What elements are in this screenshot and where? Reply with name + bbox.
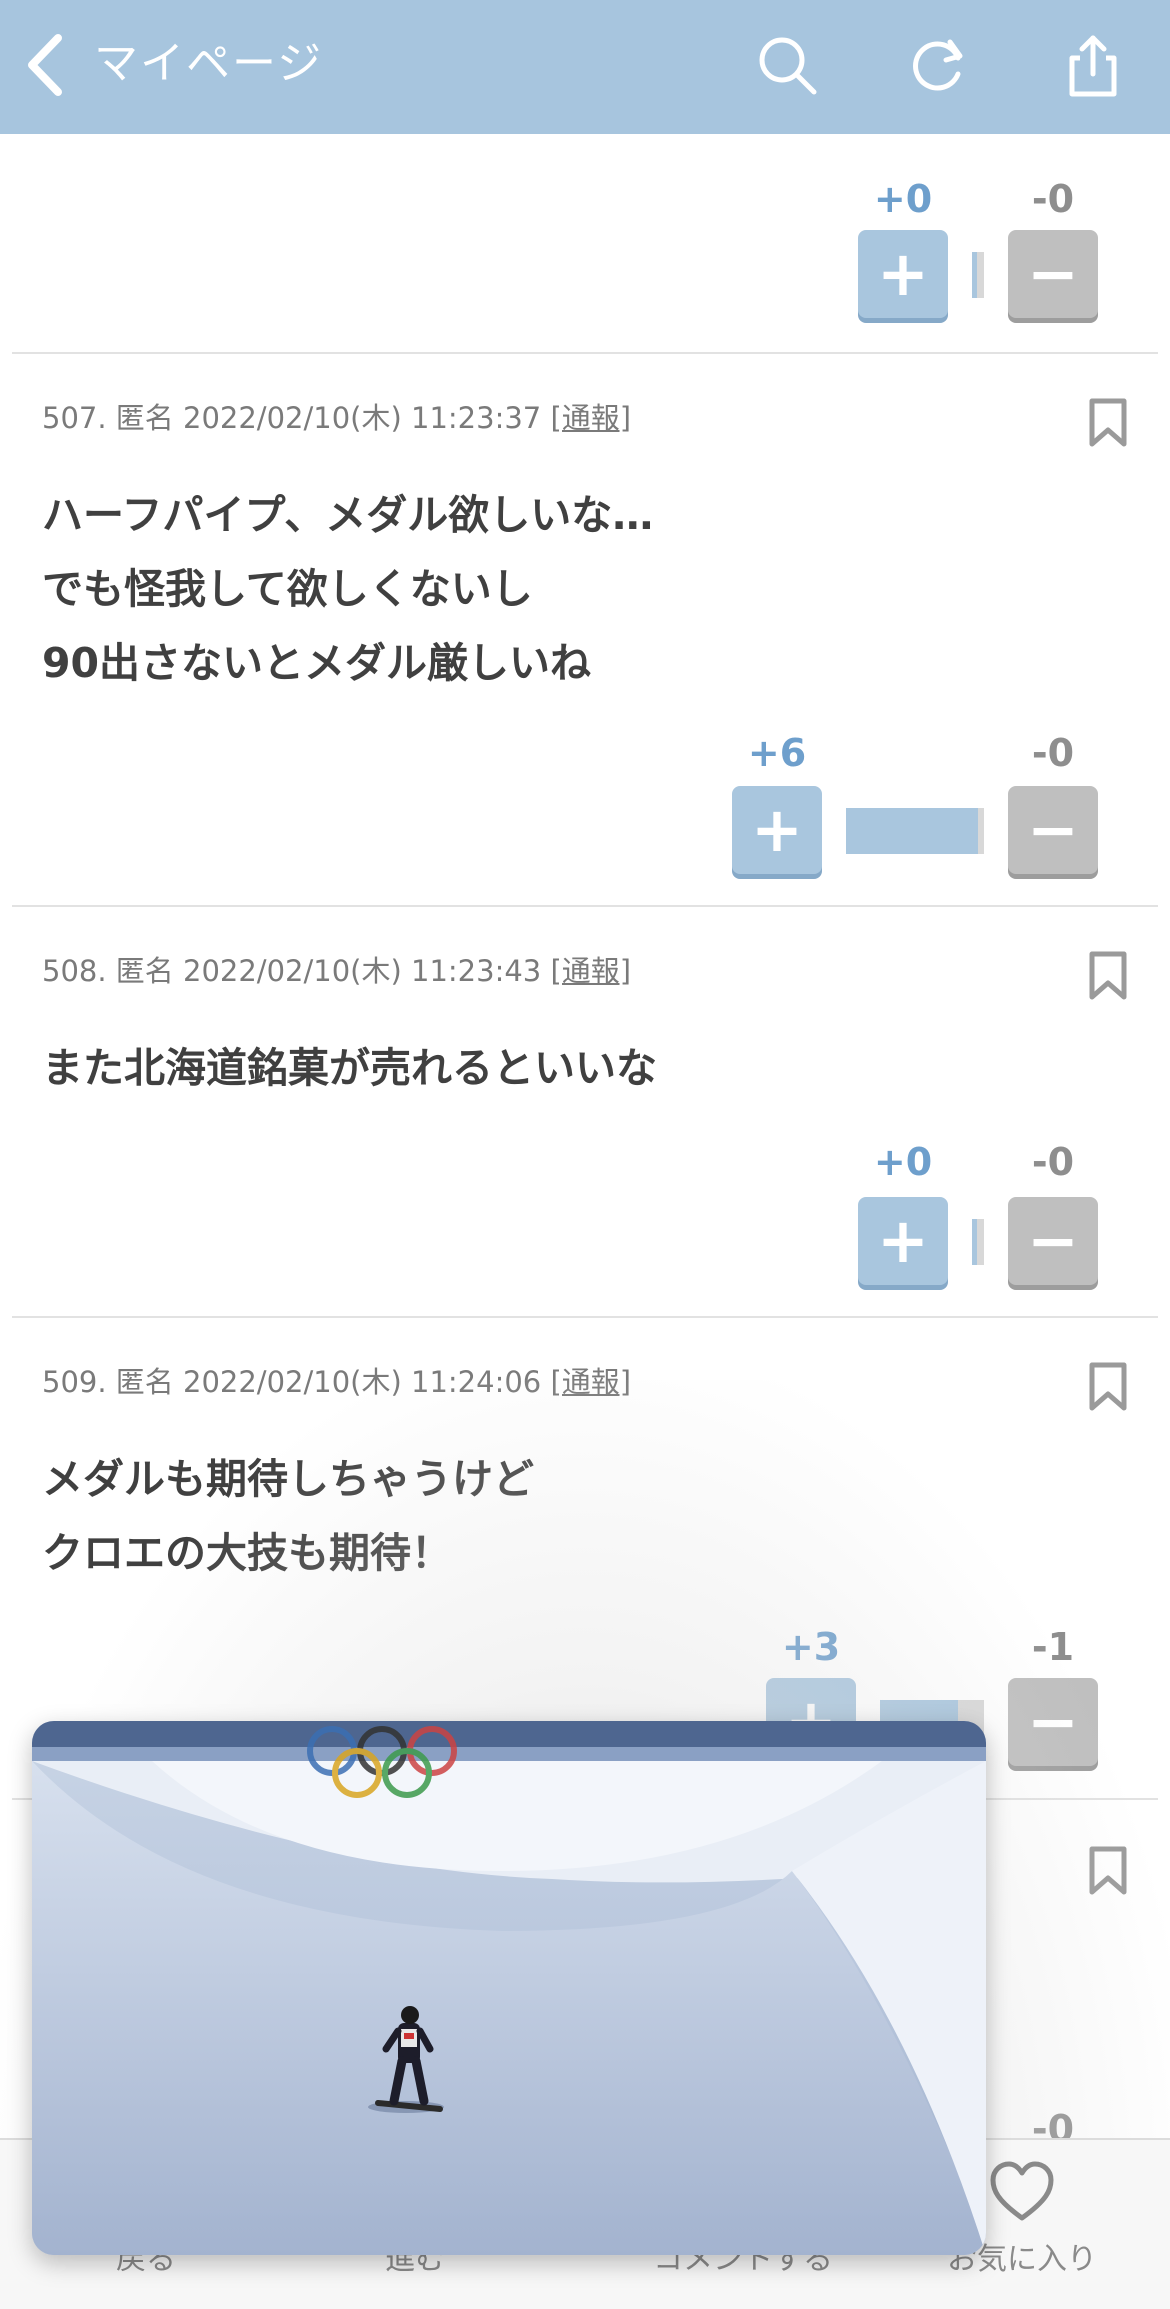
plus-vote-button[interactable]: + xyxy=(858,1197,948,1285)
report-link[interactable]: [通報] xyxy=(550,1365,631,1399)
video-frame xyxy=(32,1721,986,2255)
vote-ratio-bar xyxy=(846,808,984,854)
comment-item: 507. 匿名 2022/02/10(木) 11:23:37 [通報] ハーフパ… xyxy=(12,354,1158,907)
minus-count: -0 xyxy=(1031,177,1075,221)
bookmark-icon[interactable] xyxy=(1088,1362,1128,1412)
search-icon[interactable] xyxy=(752,30,822,100)
refresh-icon[interactable] xyxy=(906,30,976,100)
plus-count: +3 xyxy=(781,1625,841,1669)
minus-count: -1 xyxy=(1031,1625,1075,1669)
plus-vote-button[interactable]: + xyxy=(732,786,822,874)
bookmark-icon[interactable] xyxy=(1088,951,1128,1001)
comment-body: メダルも期待しちゃうけど クロエの大技も期待！ xyxy=(42,1455,534,1577)
top-navigation-bar: マイページ xyxy=(0,0,1170,134)
vote-ratio-bar xyxy=(972,1219,984,1265)
minus-vote-button[interactable]: − xyxy=(1008,1197,1098,1285)
page-title[interactable]: マイページ xyxy=(94,34,323,94)
chevron-left-icon[interactable] xyxy=(22,30,70,100)
plus-count: +0 xyxy=(873,1140,933,1184)
comment-meta: 509. 匿名 2022/02/10(木) 11:24:06 [通報] xyxy=(42,1365,632,1399)
share-icon[interactable] xyxy=(1058,30,1128,100)
bookmark-icon[interactable] xyxy=(1088,1846,1128,1896)
comment-meta: 507. 匿名 2022/02/10(木) 11:23:37 [通報] xyxy=(42,401,632,435)
comment-body: また北海道銘菓が売れるといいな xyxy=(42,1044,657,1092)
report-link[interactable]: [通報] xyxy=(550,954,631,988)
minus-count: -0 xyxy=(1031,1140,1075,1184)
comment-body: ハーフパイプ、メダル欲しいな… でも怪我して欲しくないし 90出さないとメダル厳… xyxy=(42,491,654,687)
minus-count: -0 xyxy=(1031,731,1075,775)
plus-count: +0 xyxy=(873,177,933,221)
vote-ratio-bar xyxy=(972,252,984,298)
comment-item: 508. 匿名 2022/02/10(木) 11:23:43 [通報] また北海… xyxy=(12,907,1158,1318)
bookmark-icon[interactable] xyxy=(1088,398,1128,448)
comment-item: +0 -0 + − xyxy=(12,134,1158,354)
report-link[interactable]: [通報] xyxy=(550,401,631,435)
comment-meta: 508. 匿名 2022/02/10(木) 11:23:43 [通報] xyxy=(42,954,632,988)
minus-vote-button[interactable]: − xyxy=(1008,230,1098,318)
minus-vote-button[interactable]: − xyxy=(1008,1678,1098,1766)
heart-icon[interactable] xyxy=(987,2158,1057,2228)
plus-count: +6 xyxy=(747,731,807,775)
plus-vote-button[interactable]: + xyxy=(858,230,948,318)
video-player[interactable] xyxy=(32,1721,986,2255)
minus-vote-button[interactable]: − xyxy=(1008,786,1098,874)
